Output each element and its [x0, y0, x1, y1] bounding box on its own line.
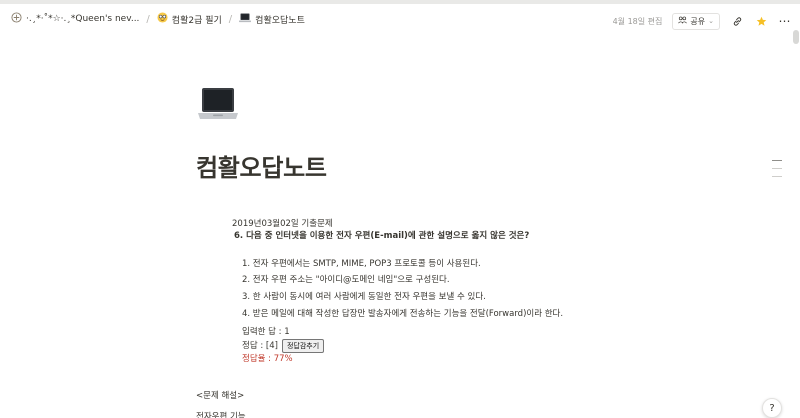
sparkle-icon	[11, 12, 22, 26]
breadcrumb-label: 컴활오답노트	[255, 15, 305, 26]
breadcrumb-item-current-page[interactable]: 컴활오답노트	[236, 11, 308, 28]
laptop-icon	[239, 13, 252, 26]
top-bar: ·.¸*·˚*☆·.¸*Queen's nev... / 컴활2급 필기 / 컴…	[0, 0, 800, 34]
answer-block: 입력한 답 : 1 정답 : [4] 정답감추기 정답율 : 77%	[242, 326, 563, 365]
last-edited-text: 4월 18일 편집	[612, 16, 663, 26]
entered-answer: 입력한 답 : 1	[242, 327, 290, 338]
header-actions: 4월 18일 편집 공유 ⌄ ⋯	[613, 8, 792, 34]
explanation-text: 전자우편 기능	[196, 412, 246, 418]
choice-item: 1. 전자 우편에서는 SMTP, MIME, POP3 프로토콜 등이 사용된…	[242, 258, 481, 269]
help-button[interactable]: ?	[762, 398, 782, 418]
scrollbar[interactable]	[793, 30, 799, 44]
breadcrumb-label: ·.¸*·˚*☆·.¸*Queen's nev...	[26, 14, 140, 24]
page-title: 컴활오답노트	[196, 154, 327, 182]
toc-marker[interactable]	[772, 160, 782, 161]
question-date: 2019년03월02일 기출문제	[232, 219, 333, 229]
explanation-heading: <문제 해설>	[196, 391, 245, 401]
share-label: 공유	[690, 16, 706, 26]
chevron-down-icon: ⌄	[708, 17, 714, 25]
more-options-icon[interactable]: ⋯	[778, 14, 792, 28]
people-icon	[678, 16, 688, 26]
correct-answer-label: 정답 : [4]	[242, 340, 278, 351]
breadcrumb-separator: /	[228, 13, 233, 25]
question-text: 6. 다음 중 인터넷을 이용한 전자 우편(E-mail)에 관한 설명으로 …	[234, 231, 530, 242]
breadcrumb-item-workspace[interactable]: ·.¸*·˚*☆·.¸*Queen's nev...	[8, 10, 142, 28]
choice-item: 2. 전자 우편 주소는 "아이디@도메인 네임"으로 구성된다.	[242, 275, 450, 286]
breadcrumb-label: 컴활2급 필기	[171, 15, 222, 26]
choice-list: 1. 전자 우편에서는 SMTP, MIME, POP3 프로토콜 등이 사용된…	[242, 258, 563, 321]
breadcrumb-separator: /	[146, 13, 150, 25]
toc-marker[interactable]	[772, 176, 782, 177]
share-button[interactable]: 공유 ⌄	[672, 12, 720, 30]
star-icon[interactable]	[754, 14, 768, 28]
choice-item: 4. 받은 메일에 대해 작성한 답장만 발송자에게 전송하는 기능을 전달(F…	[242, 309, 564, 320]
question-mark-icon: ?	[769, 402, 775, 414]
choice-item: 3. 한 사람이 동시에 여러 사람에게 동일한 전자 우편을 보낼 수 있다.	[242, 292, 486, 303]
table-of-contents[interactable]	[772, 160, 782, 184]
laptop-icon	[198, 88, 238, 119]
quiz-block: 2019년03월02일 기출문제 6. 다음 중 인터넷을 이용한 전자 우편(…	[232, 218, 563, 365]
toc-marker[interactable]	[772, 168, 782, 169]
breadcrumb: ·.¸*·˚*☆·.¸*Queen's nev... / 컴활2급 필기 / 컴…	[0, 10, 308, 28]
hide-answer-button[interactable]: 정답감추기	[281, 338, 325, 353]
nerd-face-icon	[157, 12, 168, 26]
correct-rate: 정답율 : 77%	[242, 353, 293, 364]
page-icon[interactable]	[196, 82, 240, 126]
breadcrumb-item-course[interactable]: 컴활2급 필기	[154, 10, 225, 28]
correct-answer-line: 정답 : [4] 정답감추기	[242, 338, 563, 353]
link-icon[interactable]	[730, 14, 744, 28]
